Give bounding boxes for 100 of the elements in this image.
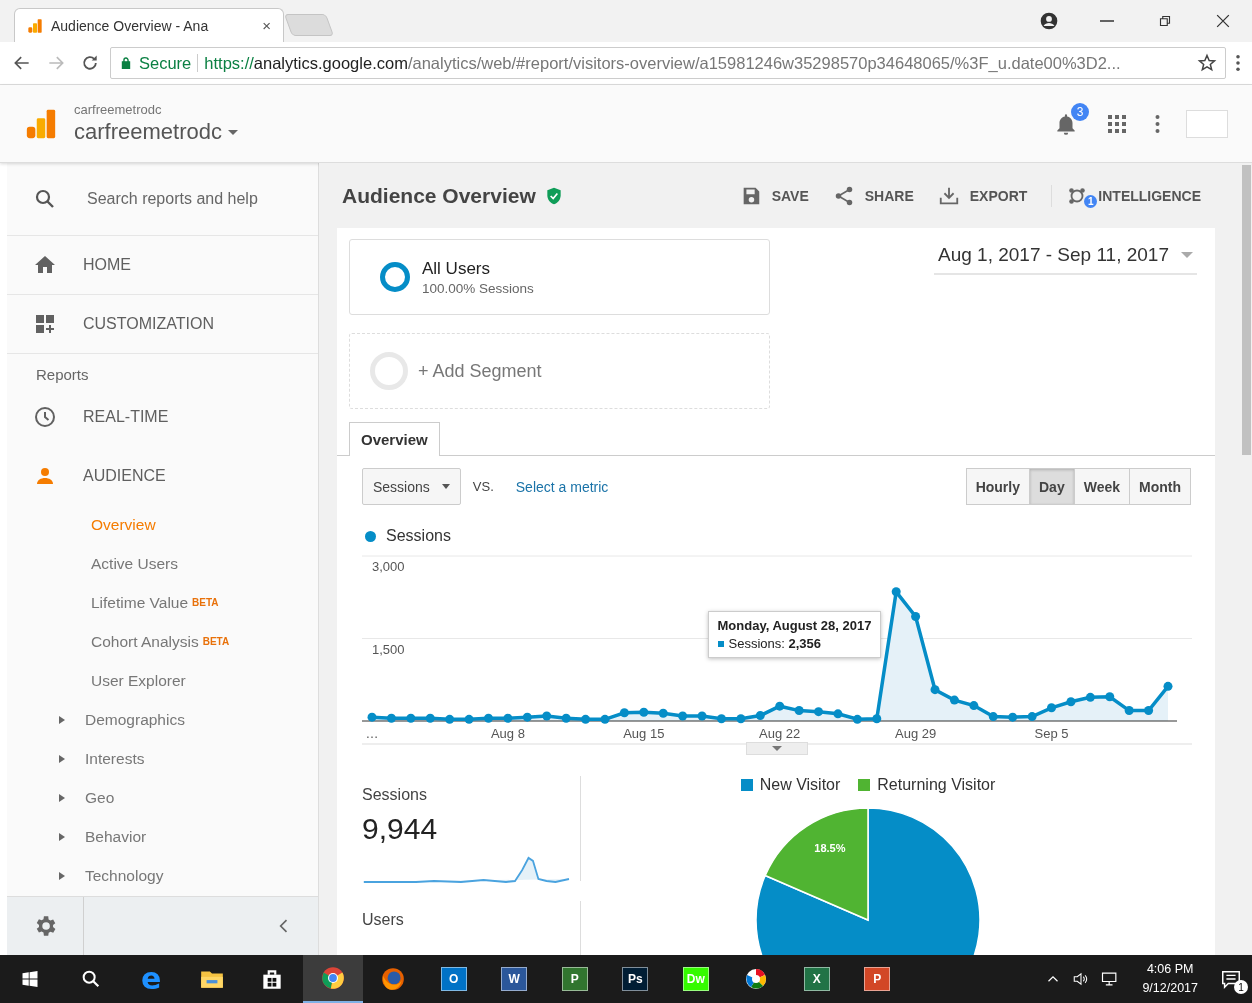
legend-label: Sessions: [386, 527, 451, 545]
reload-icon: [80, 53, 100, 73]
app-tile-icon: P: [864, 967, 891, 991]
date-range-picker[interactable]: Aug 1, 2017 - Sep 11, 2017: [934, 241, 1197, 275]
export-button[interactable]: EXPORT: [937, 184, 1028, 207]
intelligence-button[interactable]: 1 INTELLIGENCE: [1051, 184, 1201, 207]
taskbar-app[interactable]: P: [544, 955, 605, 1003]
metric-value: 9,944: [362, 812, 439, 846]
nav-item[interactable]: HOME: [7, 236, 318, 295]
nav-subitem[interactable]: Demographics: [7, 700, 318, 739]
granularity-button[interactable]: Month: [1129, 468, 1191, 505]
chart-collapse-handle[interactable]: [746, 742, 808, 755]
legend-label: Returning Visitor: [877, 776, 996, 794]
select-metric-link[interactable]: Select a metric: [515, 478, 609, 495]
taskbar-app[interactable]: O: [423, 955, 484, 1003]
data-point: [697, 711, 707, 721]
granularity-button[interactable]: Day: [1029, 468, 1075, 505]
scrollbar-thumb[interactable]: [1242, 165, 1251, 455]
nav-subitem[interactable]: Behavior: [7, 817, 318, 856]
edge-icon: e: [141, 964, 162, 994]
report-tab[interactable]: Overview: [349, 422, 440, 456]
address-bar[interactable]: Secure https://analytics.google.com/analytics/web/#report/visitors-overview/a15981246w35298570p34648065/%3F_u.date00%3D2...: [110, 47, 1226, 79]
nav-item[interactable]: REAL-TIME: [7, 387, 318, 446]
taskbar-app[interactable]: P: [847, 955, 908, 1003]
expand-arrow-icon[interactable]: [59, 793, 65, 802]
firefox-icon: [380, 966, 407, 992]
data-point: [736, 714, 746, 724]
x-axis-label: Sep 5: [1034, 726, 1069, 741]
y-axis-label: 1,500: [372, 641, 405, 657]
slice-label: 18.5%: [814, 841, 846, 854]
granularity-button[interactable]: Hourly: [965, 468, 1030, 505]
data-point: [542, 711, 552, 721]
expand-arrow-icon[interactable]: [59, 715, 65, 724]
data-point: [406, 713, 416, 723]
taskbar-app[interactable]: W: [484, 955, 545, 1003]
segment-card[interactable]: All Users 100.00% Sessions: [349, 239, 770, 315]
data-point: [1105, 692, 1115, 702]
nav-subitem[interactable]: Geo: [7, 778, 318, 817]
account-icon: [1039, 11, 1059, 31]
share-button[interactable]: SHARE: [832, 184, 914, 207]
add-segment-button[interactable]: + Add Segment: [349, 333, 770, 409]
taskbar-app[interactable]: Ps: [605, 955, 666, 1003]
data-point: [755, 711, 765, 720]
segment-name: All Users: [422, 258, 491, 279]
tab-close-button[interactable]: ×: [262, 17, 271, 34]
series-marker: [717, 640, 724, 647]
intelligence-count: 1: [1084, 194, 1098, 208]
expand-arrow-icon[interactable]: [59, 754, 65, 763]
data-point: [949, 695, 959, 705]
data-point: [1027, 712, 1037, 722]
taskbar-app[interactable]: e: [121, 955, 182, 1003]
data-point: [367, 712, 377, 722]
nav-item[interactable]: CUSTOMIZATION: [7, 295, 318, 354]
x-axis-label: Aug 29: [895, 726, 937, 741]
expand-arrow-icon[interactable]: [59, 871, 65, 880]
data-point: [1163, 681, 1173, 691]
data-point: [1066, 697, 1076, 707]
nav-subitem[interactable]: User Explorer: [7, 661, 318, 700]
data-point: [911, 612, 921, 621]
data-point: [814, 707, 824, 717]
segment-ring-icon: [380, 262, 410, 292]
data-point: [891, 587, 901, 597]
data-point: [484, 713, 493, 723]
data-point: [678, 711, 688, 721]
nav-subitem[interactable]: Interests: [7, 739, 318, 778]
url-text: https://analytics.google.com/analytics/web/#report/visitors-overview/a15981246w35298570p34648065/%3F_u.date00%3D2...: [204, 53, 1121, 73]
app-tile-icon: O: [440, 967, 467, 991]
data-point: [930, 685, 940, 695]
color-wheel-icon: [744, 967, 769, 991]
taskbar-app[interactable]: X: [786, 955, 847, 1003]
nav-subitem[interactable]: Active Users: [7, 544, 318, 583]
page-title: Audience Overview: [342, 183, 536, 208]
granularity-button[interactable]: Week: [1073, 468, 1130, 505]
save-button[interactable]: SAVE: [739, 184, 809, 207]
data-point: [464, 714, 474, 724]
data-point: [600, 714, 610, 724]
account-name: carfreemetrodc: [74, 102, 163, 117]
y-axis-label: 3,000: [372, 559, 405, 574]
search-field[interactable]: Search reports and help: [85, 189, 318, 209]
clock-date: 9/12/2017: [1142, 980, 1198, 997]
data-point: [386, 713, 396, 723]
browser-tab[interactable]: Audience Overview - Ana ×: [14, 8, 284, 42]
expand-arrow-icon[interactable]: [59, 832, 65, 841]
clock-time: 4:06 PM: [1145, 961, 1195, 979]
nav-subitem[interactable]: Technology: [7, 856, 318, 895]
windows-icon: [20, 969, 41, 989]
more-button[interactable]: [1155, 113, 1160, 134]
taskbar-app[interactable]: [302, 955, 363, 1003]
data-point: [522, 712, 532, 722]
nav-item[interactable]: AUDIENCE: [7, 446, 318, 505]
data-point: [581, 714, 591, 724]
lock-icon: [119, 56, 133, 70]
message-icon: [1220, 968, 1242, 990]
metric-dropdown[interactable]: Sessions: [362, 468, 461, 505]
action-center-button[interactable]: [1220, 968, 1242, 990]
data-point: [1144, 706, 1154, 716]
property-selector[interactable]: carfreemetrodc: [74, 119, 238, 145]
metric-label: Users: [362, 911, 405, 929]
data-point: [1124, 706, 1134, 716]
vs-label: VS.: [472, 479, 494, 494]
